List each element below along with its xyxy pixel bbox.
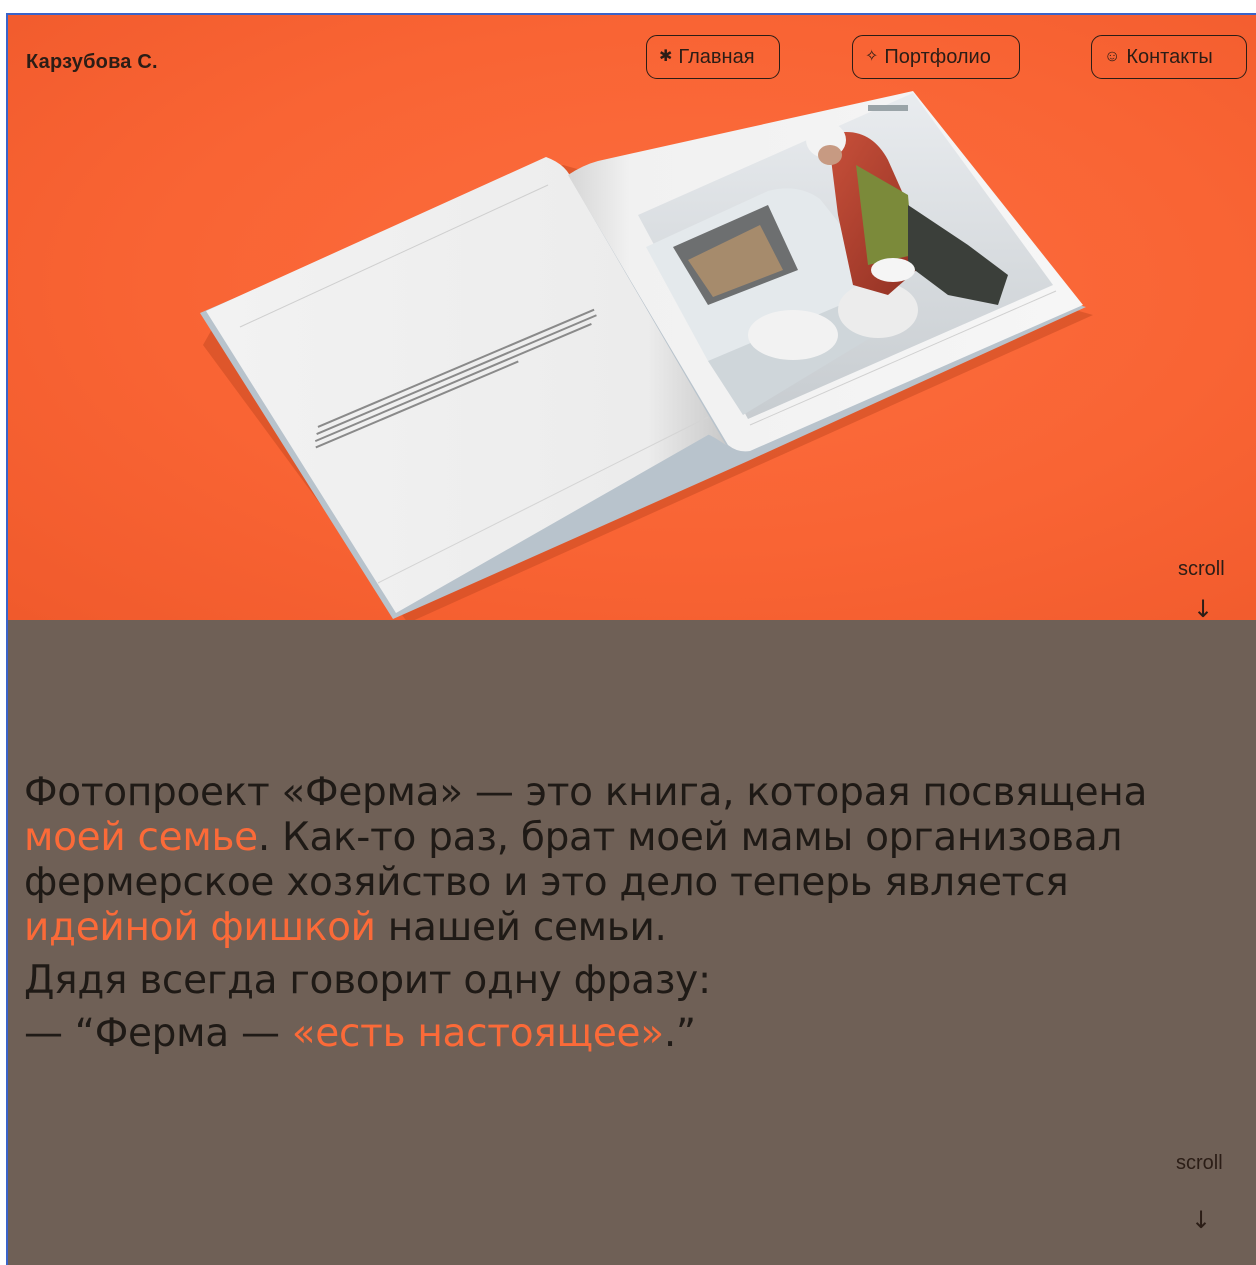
story-paragraph-2: Дядя всегда говорит одну фразу: — [24, 958, 711, 1003]
story-p3-text-b: .” — [663, 1011, 696, 1056]
asterisk-icon: ✱ — [659, 48, 673, 65]
story-p1-text-a: Фотопроект «Ферма» — это книга, которая … — [24, 770, 1148, 815]
story-p3-text-a: — “Ферма — — [24, 1011, 292, 1056]
hero-scroll-arrow-icon[interactable]: ↓ — [1193, 597, 1213, 620]
story-scroll-arrow-icon[interactable]: ↓ — [1191, 1208, 1211, 1232]
sparkle-icon: ✧ — [865, 48, 879, 65]
nav-portfolio-button[interactable]: ✧ Портфолио — [852, 35, 1020, 79]
hero-scroll-label[interactable]: scroll — [1178, 558, 1225, 581]
story-paragraph-1: Фотопроект «Ферма» — это книга, которая … — [24, 770, 1224, 950]
story-highlight-idea: идейной фишкой — [24, 905, 376, 950]
story-section: Фотопроект «Ферма» — это книга, которая … — [8, 620, 1256, 1265]
nav-contacts-button[interactable]: ☺ Контакты — [1091, 35, 1247, 79]
story-text: Фотопроект «Ферма» — это книга, которая … — [24, 770, 1224, 1056]
smiley-icon: ☺ — [1104, 48, 1121, 65]
story-highlight-quote: «есть настоящее» — [291, 1011, 664, 1056]
hero-section: Карзубова С. ✱ Главная ✧ Портфолио ☺ Кон… — [8, 15, 1256, 620]
viewport-edge-top — [6, 13, 1256, 15]
nav-portfolio-label: Портфолио — [884, 45, 991, 68]
nav-home-button[interactable]: ✱ Главная — [646, 35, 780, 79]
nav-home-label: Главная — [678, 45, 755, 68]
nav-contacts-label: Контакты — [1126, 45, 1213, 68]
story-p1-text-c: нашей семьи. — [375, 905, 667, 950]
viewport-edge — [6, 14, 8, 1265]
story-scroll-label[interactable]: scroll — [1176, 1152, 1223, 1175]
page: Карзубова С. ✱ Главная ✧ Портфолио ☺ Кон… — [0, 0, 1256, 1265]
photo-book-mockup — [200, 91, 1093, 620]
story-paragraph-3: — “Ферма — «есть настоящее».” — [24, 1011, 1224, 1056]
site-brand[interactable]: Карзубова С. — [26, 51, 158, 74]
story-highlight-family: моей семье — [24, 815, 258, 860]
